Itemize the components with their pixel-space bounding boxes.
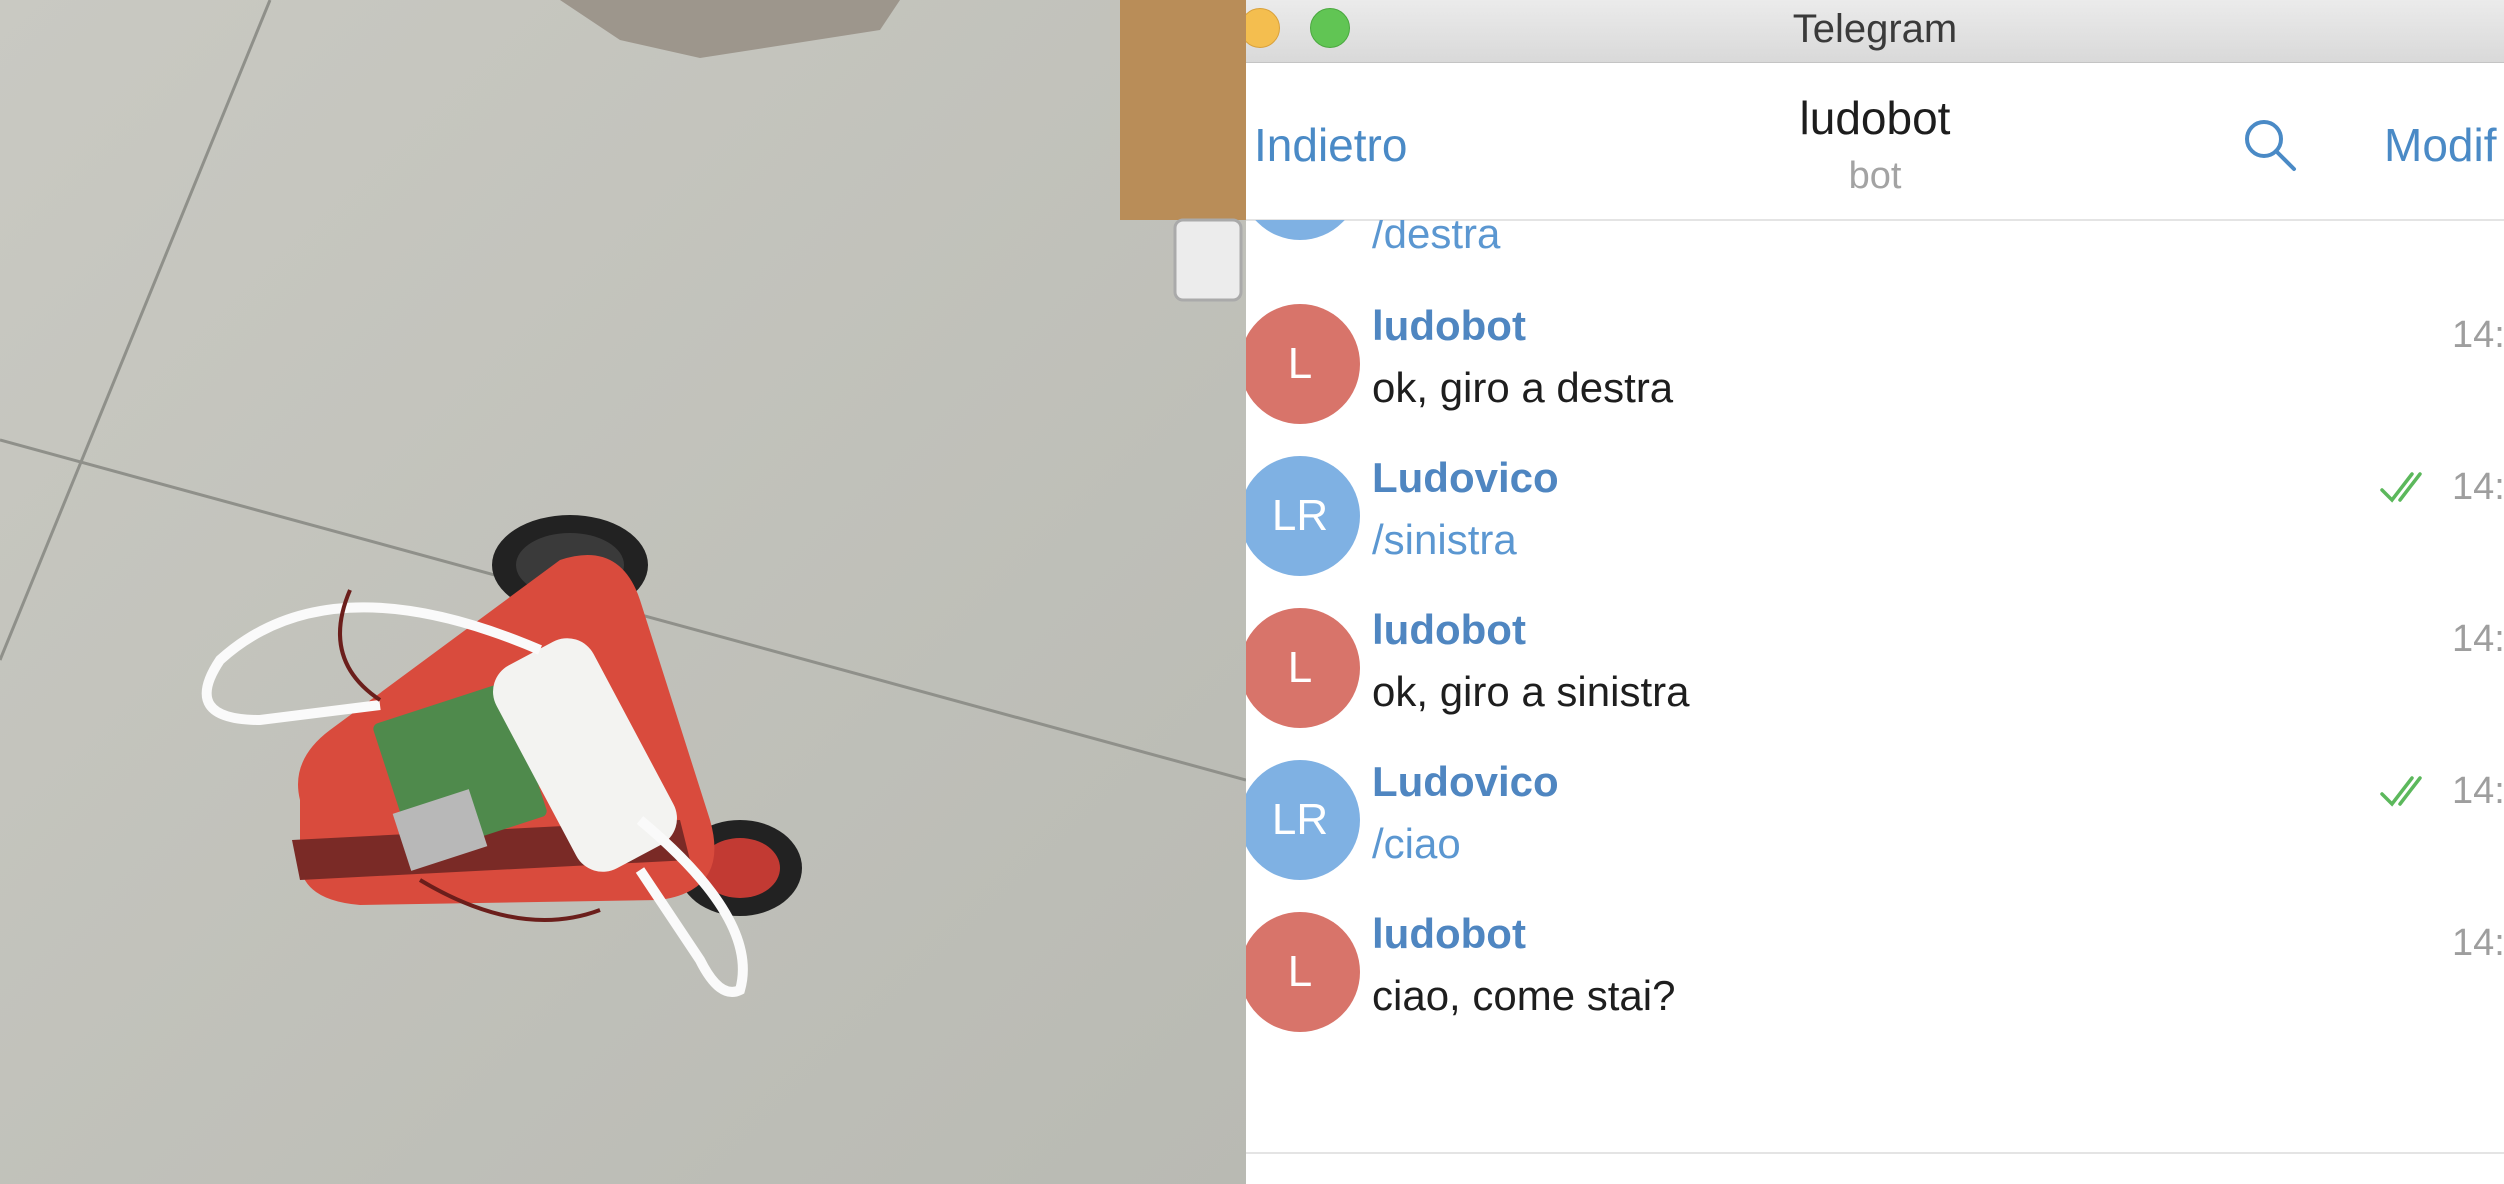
message-time: 14: <box>2452 314 2504 356</box>
message-time: 14: <box>2452 466 2504 508</box>
chat-title: ludobot <box>1799 92 1951 144</box>
message-sender[interactable]: Ludovico <box>1372 758 1559 806</box>
chat-status: bot <box>1848 155 1902 197</box>
message-item: L ludobot ciao, come stai? 14: <box>1246 896 2504 1048</box>
message-text[interactable]: /destra <box>1372 220 1500 258</box>
message-time: 14: <box>2452 770 2504 812</box>
message-text: ok, giro a destra <box>1372 364 1674 411</box>
composer-divider <box>1246 1152 2504 1154</box>
message-sender[interactable]: Ludovico <box>1372 454 1559 502</box>
avatar <box>1246 220 1360 240</box>
double-check-icon <box>2380 472 2422 503</box>
avatar[interactable]: LR <box>1246 456 1360 576</box>
window-title: Telegram <box>1792 7 1958 51</box>
avatar[interactable]: L <box>1246 304 1360 424</box>
avatar[interactable]: LR <box>1246 760 1360 880</box>
message-command[interactable]: /ciao <box>1372 820 1461 868</box>
message-item: L ludobot ok, giro a sinistra 14: <box>1246 592 2504 744</box>
message-text: ok, giro a sinistra <box>1372 668 1690 715</box>
telegram-window: Telegram Indietro ludobot bot Modif /des… <box>1246 0 2504 1184</box>
message-sender[interactable]: ludobot <box>1372 910 1526 958</box>
message-time: 14: <box>2452 618 2504 660</box>
robot-photo <box>0 0 1246 1184</box>
edit-button[interactable]: Modif <box>2384 118 2496 172</box>
message-sender[interactable]: ludobot <box>1372 302 1526 350</box>
double-check-icon <box>2380 776 2422 807</box>
message-text: ciao, come stai? <box>1372 972 1676 1019</box>
message-item: LR Ludovico /ciao 14: <box>1246 744 2504 896</box>
message-command[interactable]: /sinistra <box>1372 516 1517 564</box>
chat-header: Indietro ludobot bot Modif <box>1246 63 2504 221</box>
title-bar: Telegram <box>1246 0 2504 63</box>
avatar[interactable]: L <box>1246 608 1360 728</box>
message-item: L ludobot ok, giro a destra 14: <box>1246 288 2504 440</box>
search-icon[interactable] <box>2240 115 2300 175</box>
message-item: LR Ludovico /sinistra 14: <box>1246 440 2504 592</box>
avatar[interactable]: L <box>1246 912 1360 1032</box>
message-sender[interactable]: ludobot <box>1372 606 1526 654</box>
message-list[interactable]: /destra L ludobot ok, giro a destra 14: … <box>1246 220 2504 1150</box>
message-time: 14: <box>2452 922 2504 964</box>
message-partial: /destra <box>1246 220 2504 260</box>
